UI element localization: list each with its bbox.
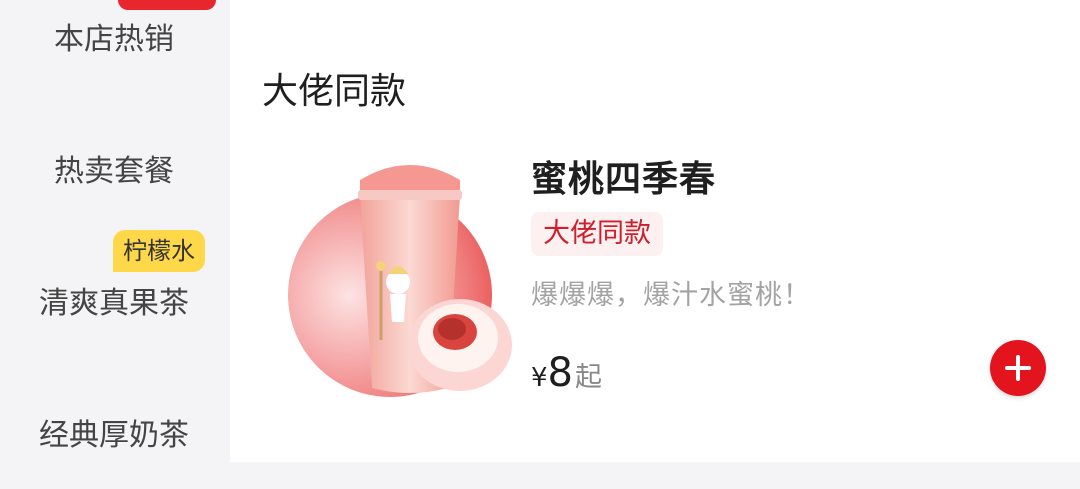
section-title: 大佬同款: [262, 71, 407, 112]
sidebar-item-fruit-tea[interactable]: 清爽真果茶: [0, 278, 228, 322]
sidebar-item-hot-sales[interactable]: 本店热销: [0, 14, 228, 58]
add-to-cart-button[interactable]: [990, 340, 1046, 396]
category-sidebar: 本店热销 热卖套餐 柠檬水 清爽真果茶 经典厚奶茶: [0, 0, 228, 489]
product-image[interactable]: [280, 150, 542, 400]
hot-badge: [118, 0, 216, 10]
product-list: 大佬同款 蜜桃四季春 大佬同款 爆爆爆，爆汁水蜜桃！ ¥8起: [230, 0, 1080, 462]
sidebar-item-combos[interactable]: 热卖套餐: [0, 146, 228, 190]
price-suffix: 起: [575, 362, 602, 393]
product-name[interactable]: 蜜桃四季春: [531, 150, 716, 202]
category-badge: 柠檬水: [113, 230, 205, 272]
sidebar-item-milk-tea[interactable]: 经典厚奶茶: [0, 410, 228, 454]
price-value: 8: [547, 350, 573, 396]
price-currency: ¥: [531, 363, 548, 393]
product-tag: 大佬同款: [531, 212, 663, 256]
product-price: ¥8起: [531, 350, 602, 396]
product-description: 爆爆爆，爆汁水蜜桃！: [531, 280, 811, 311]
